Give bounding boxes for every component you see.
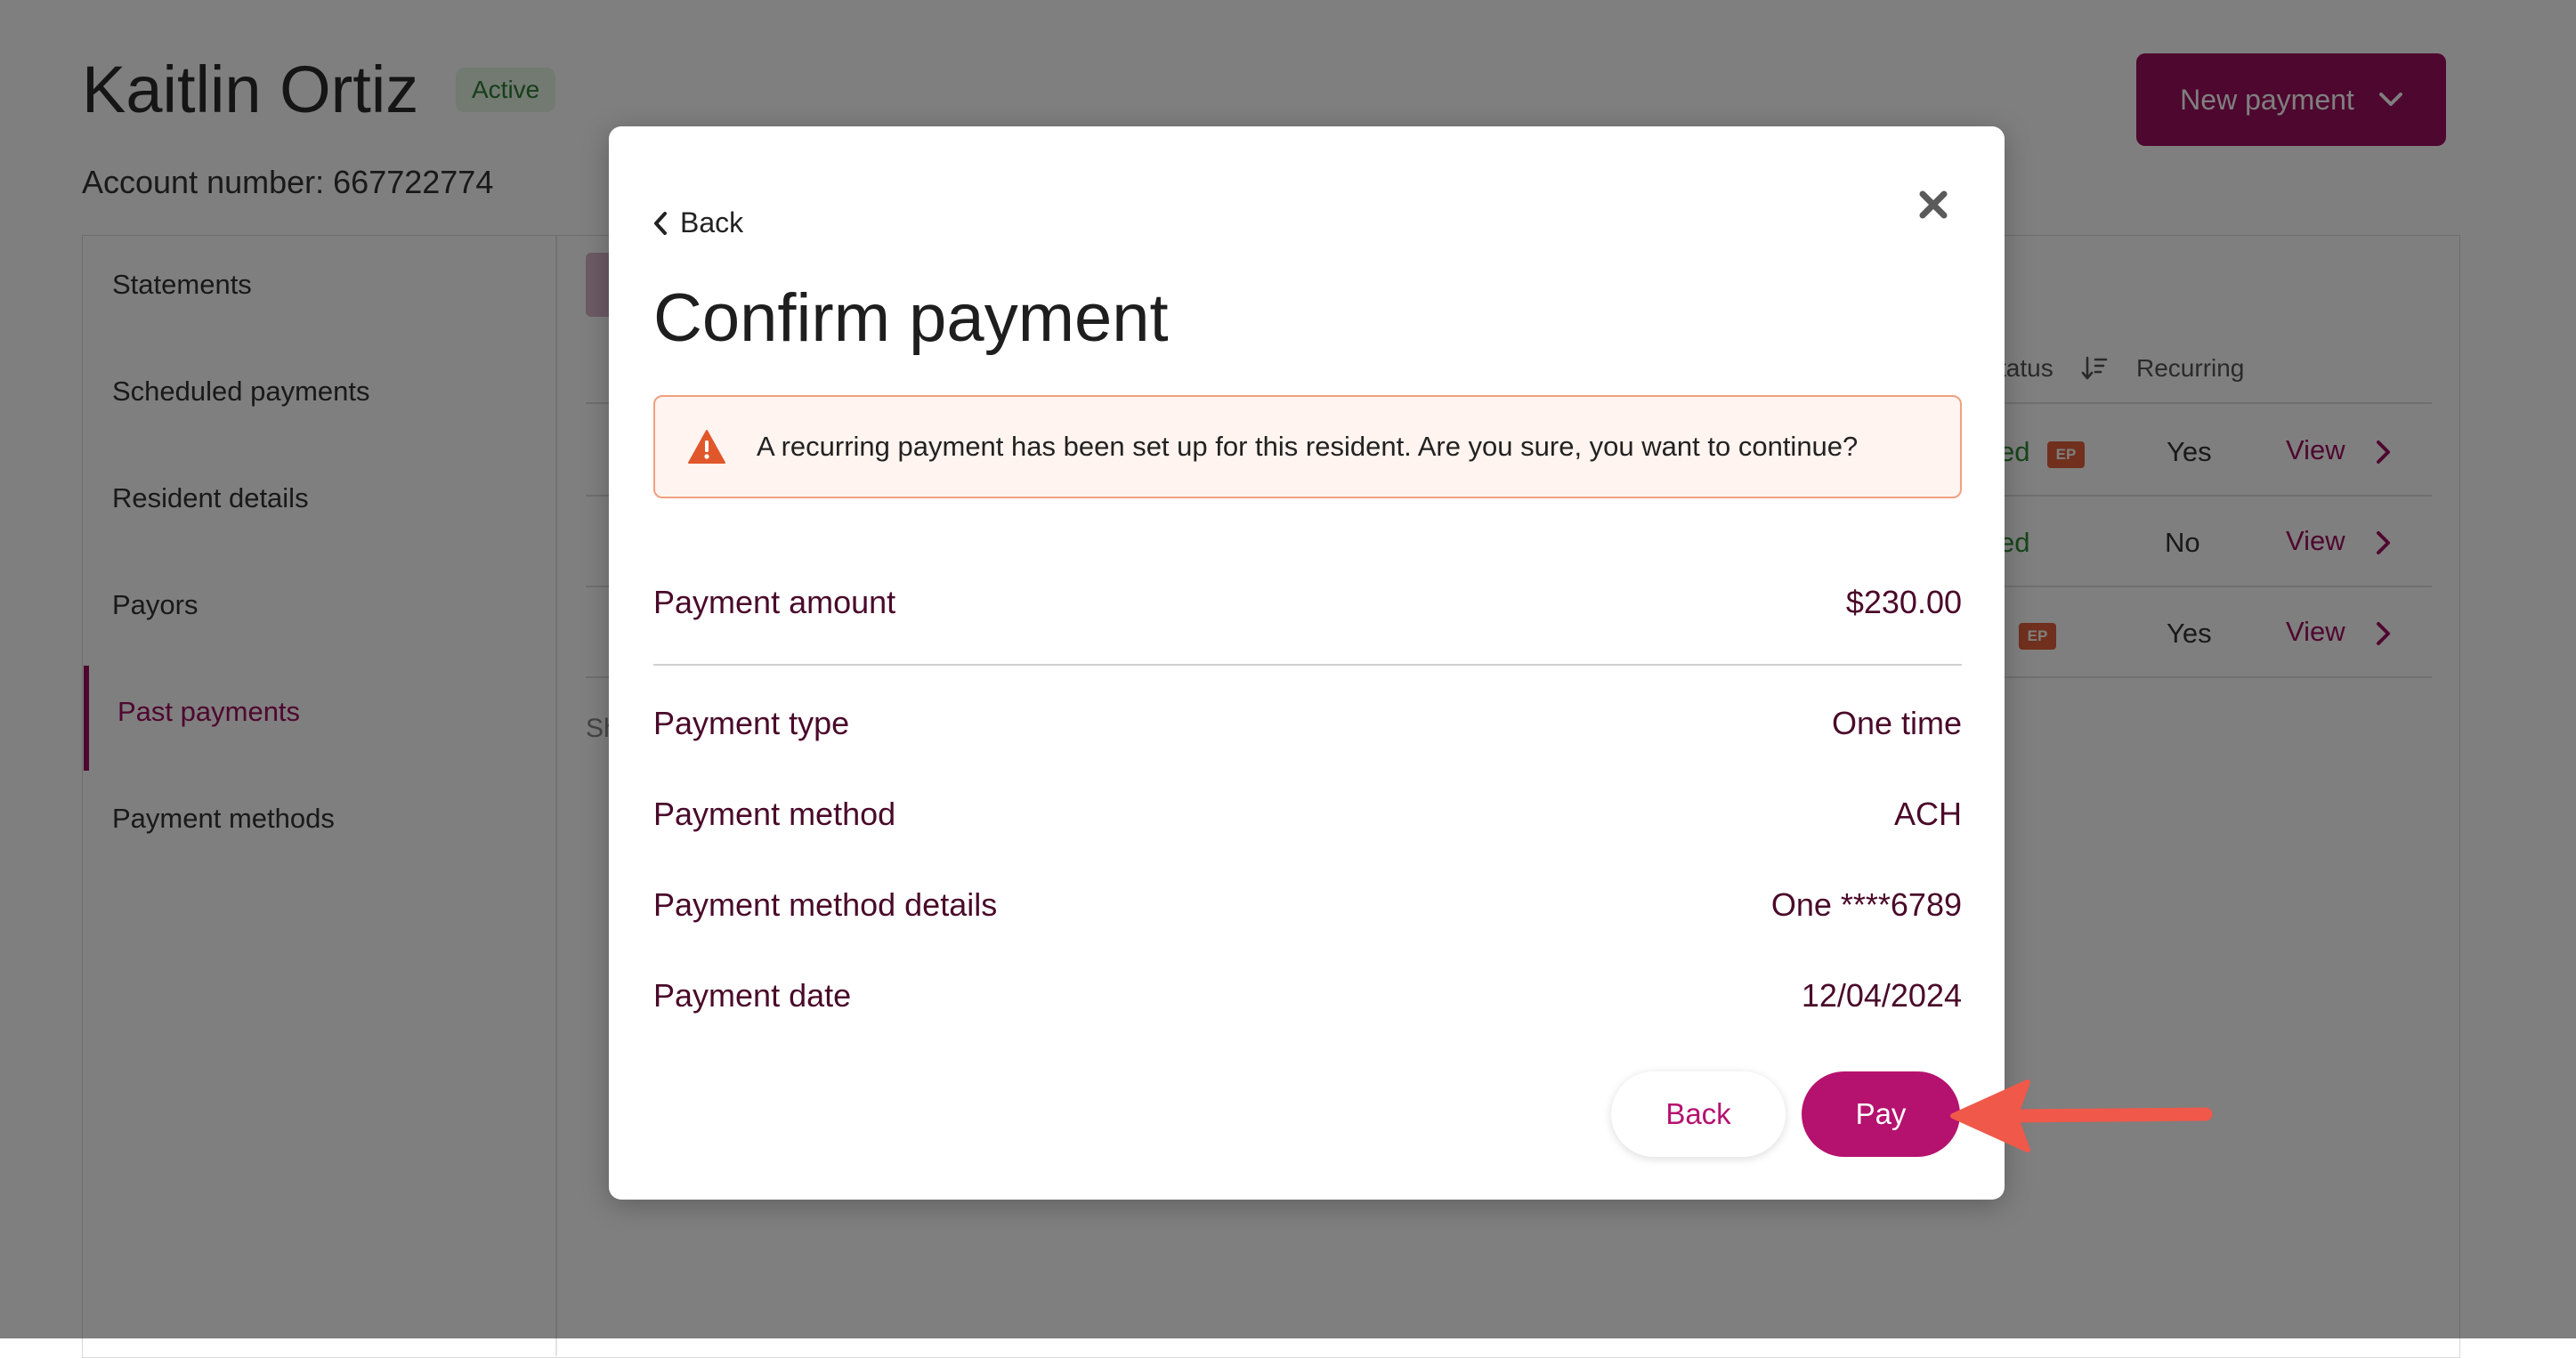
confirm-payment-dialog: Back Confirm payment A recurring payment…	[609, 126, 2005, 1200]
back-link[interactable]: Back	[653, 206, 743, 239]
payment-type-label: Payment type	[653, 705, 850, 741]
amount-divider	[653, 664, 1962, 666]
close-icon[interactable]	[1916, 187, 1951, 222]
payment-method-details-label: Payment method details	[653, 886, 998, 923]
warning-icon	[688, 430, 725, 464]
dialog-title: Confirm payment	[653, 280, 1169, 356]
pay-button[interactable]: Pay	[1802, 1071, 1960, 1157]
payment-date-value: 12/04/2024	[1801, 977, 1962, 1014]
payment-method-value: ACH	[1893, 796, 1962, 832]
payment-amount-label: Payment amount	[653, 584, 896, 620]
payment-type-value: One time	[1831, 705, 1962, 741]
warning-alert: A recurring payment has been set up for …	[653, 395, 1962, 498]
warning-text: A recurring payment has been set up for …	[757, 431, 1859, 462]
chevron-left-icon	[654, 211, 667, 235]
back-button[interactable]: Back	[1611, 1071, 1786, 1157]
back-link-label: Back	[680, 206, 744, 238]
payment-amount-value: $230.00	[1845, 584, 1962, 620]
payment-date-label: Payment date	[653, 977, 852, 1014]
payment-method-details-value: One ****6789	[1770, 886, 1962, 923]
annotation-arrow	[1950, 1079, 2213, 1152]
payment-method-label: Payment method	[653, 796, 896, 832]
